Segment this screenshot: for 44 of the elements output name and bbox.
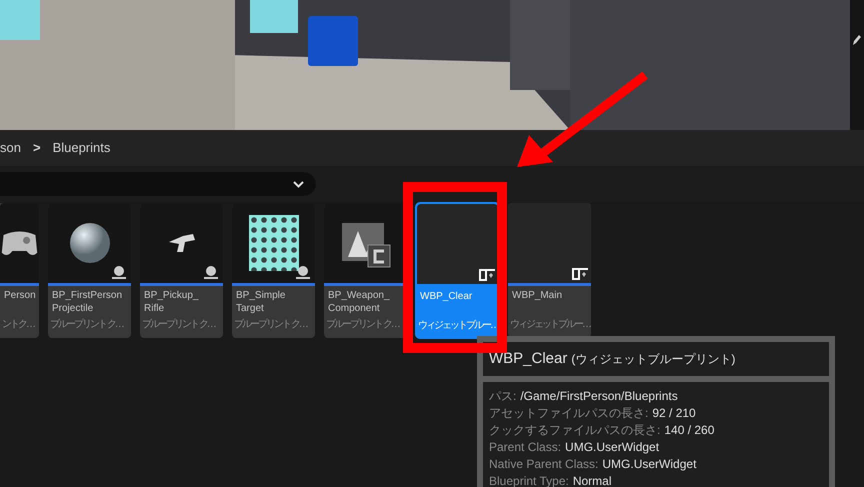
asset-name: BP_Simple Target (235, 289, 286, 316)
property-label: パス: (489, 388, 516, 405)
asset-tile[interactable]: Person ントク… (0, 203, 39, 338)
property-value: UMG.UserWidget (565, 439, 660, 456)
asset-type: ブループリント ク… (49, 318, 124, 332)
asset-type: ブループリント ク… (233, 318, 308, 332)
asset-type: ブループリント ク… (325, 318, 400, 332)
asset-name: BP_Pickup_ Rifle (143, 289, 200, 316)
asset-tile[interactable]: WBP_Main ウィジェットブルー… (508, 203, 591, 338)
breadcrumb-separator: > (32, 139, 41, 158)
breadcrumb-item[interactable]: Blueprints (52, 138, 110, 158)
asset-tile[interactable]: BP_Pickup_ Rifle ブループリント ク… (140, 203, 223, 338)
pencil-icon[interactable] (852, 34, 862, 46)
hexagon-panel-icon (248, 215, 298, 271)
search-field[interactable] (0, 172, 316, 196)
property-value: Normal (572, 473, 612, 487)
asset-name: Person (3, 289, 37, 303)
actor-badge-icon (202, 264, 220, 280)
asset-name: WBP_Main (511, 289, 564, 303)
asset-name: BP_Weapon_ Component (327, 289, 391, 316)
asset-tile[interactable]: BP_Simple Target ブループリント ク… (232, 203, 315, 338)
widget-badge-icon (479, 269, 495, 281)
asset-tile[interactable]: BP_FirstPerson Projectile ブループリント ク… (48, 203, 131, 338)
asset-type: ントク… (1, 318, 36, 332)
asset-type: (ウィジェットブループリント) (571, 351, 736, 368)
property-label: アセットファイルパスの長さ: (489, 405, 648, 422)
property-value: /Game/FirstPerson/Blueprints (520, 388, 678, 405)
property-label: クックするファイルパスの長さ: (489, 422, 660, 439)
breadcrumb-item[interactable]: son (0, 138, 21, 158)
widget-badge-icon (572, 268, 588, 280)
asset-type: ウィジェットブルー… (509, 318, 591, 332)
actor-badge-icon (294, 264, 312, 280)
property-label: Parent Class: (489, 439, 562, 456)
property-value: 92 / 210 (652, 405, 696, 422)
actor-badge-icon (110, 264, 128, 280)
asset-name: WBP_Clear (489, 348, 568, 369)
property-value: UMG.UserWidget (602, 456, 696, 473)
sphere-icon (68, 222, 110, 264)
asset-type: ブループリント ク… (141, 318, 216, 332)
chevron-down-icon[interactable] (293, 180, 304, 188)
asset-name: WBP_Clear (419, 290, 474, 304)
property-label: Native Parent Class: (489, 456, 598, 473)
property-value: 140 / 260 (664, 422, 714, 439)
asset-name: BP_FirstPerson Projectile (51, 289, 124, 316)
